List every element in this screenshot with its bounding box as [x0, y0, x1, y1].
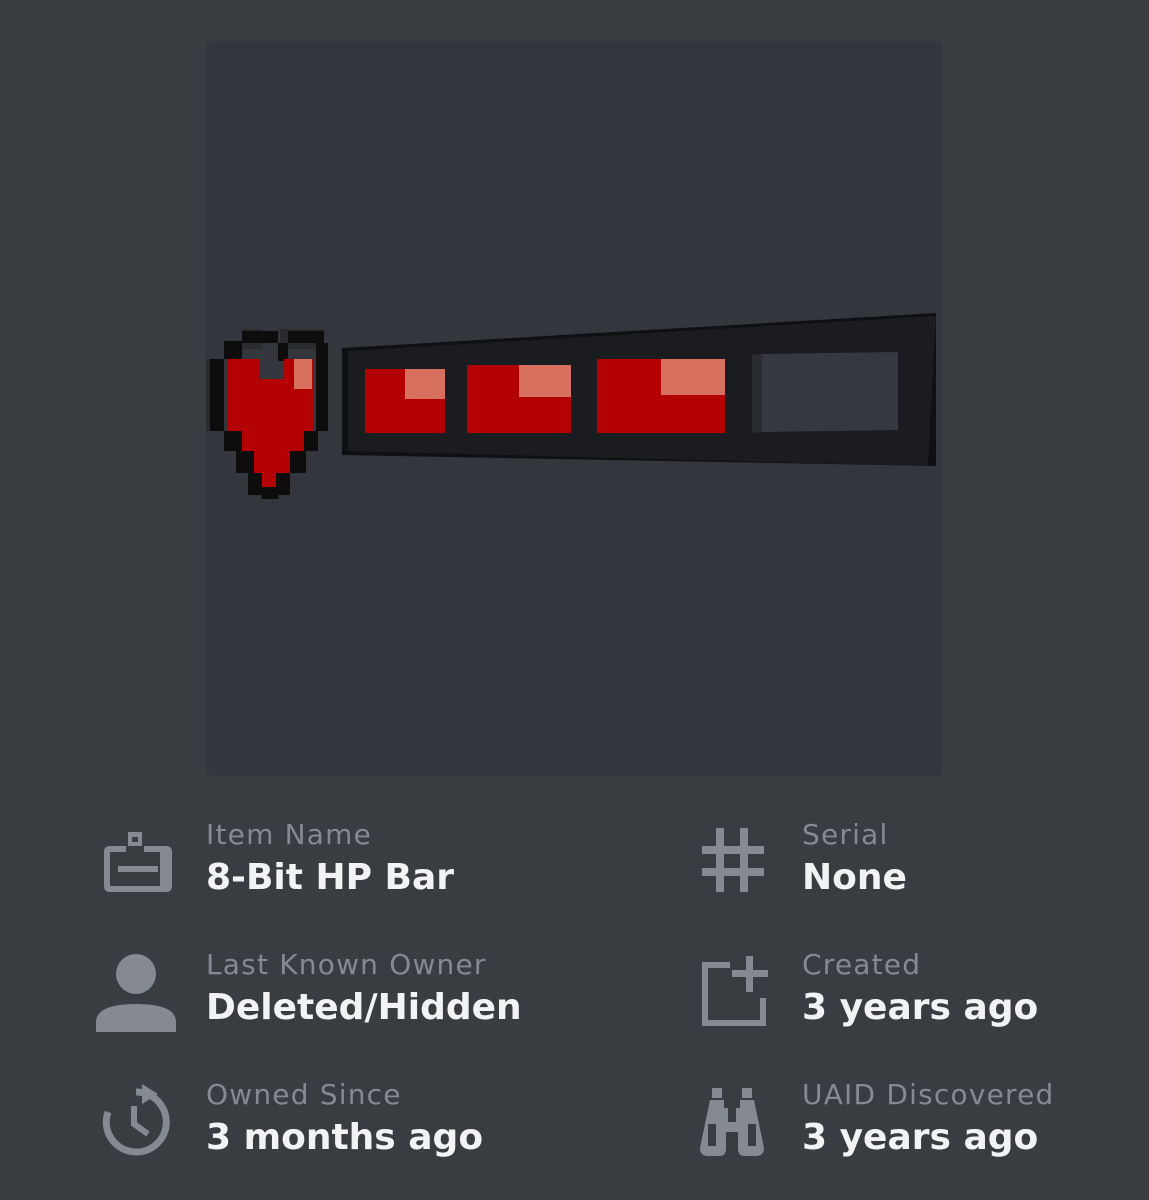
serial-section: Serial None: [694, 818, 1134, 918]
uaid-discovered-value: 3 years ago: [802, 1117, 1039, 1158]
last-known-owner-value: Deleted/Hidden: [206, 987, 522, 1028]
id-badge-icon: [104, 832, 172, 892]
history-clock-icon: [102, 1084, 170, 1156]
serial-value: None: [802, 857, 907, 898]
created-label: Created: [802, 948, 922, 981]
last-known-owner-label: Last Known Owner: [206, 948, 487, 981]
hp-bar-image: [206, 313, 936, 499]
item-name-value: 8-Bit HP Bar: [206, 857, 455, 898]
uaid-discovered-label: UAID Discovered: [802, 1078, 1055, 1111]
item-name-label: Item Name: [206, 818, 373, 851]
created-section: Created 3 years ago: [694, 948, 1134, 1048]
owned-since-value: 3 months ago: [206, 1117, 484, 1158]
item-details-page: Item Name 8-Bit HP Bar Serial None Last …: [0, 0, 1149, 1200]
item-name-section: Item Name 8-Bit HP Bar: [96, 818, 616, 918]
item-thumbnail: [206, 41, 942, 776]
owned-since-label: Owned Since: [206, 1078, 402, 1111]
owned-since-section: Owned Since 3 months ago: [96, 1078, 616, 1178]
user-icon: [96, 954, 176, 1032]
binoculars-icon: [700, 1088, 764, 1156]
uaid-discovered-section: UAID Discovered 3 years ago: [694, 1078, 1134, 1178]
created-value: 3 years ago: [802, 987, 1039, 1028]
last-known-owner-section: Last Known Owner Deleted/Hidden: [96, 948, 616, 1048]
heart-icon: [206, 329, 328, 499]
serial-label: Serial: [802, 818, 889, 851]
add-box-icon: [702, 956, 768, 1026]
hash-icon: [702, 828, 764, 892]
